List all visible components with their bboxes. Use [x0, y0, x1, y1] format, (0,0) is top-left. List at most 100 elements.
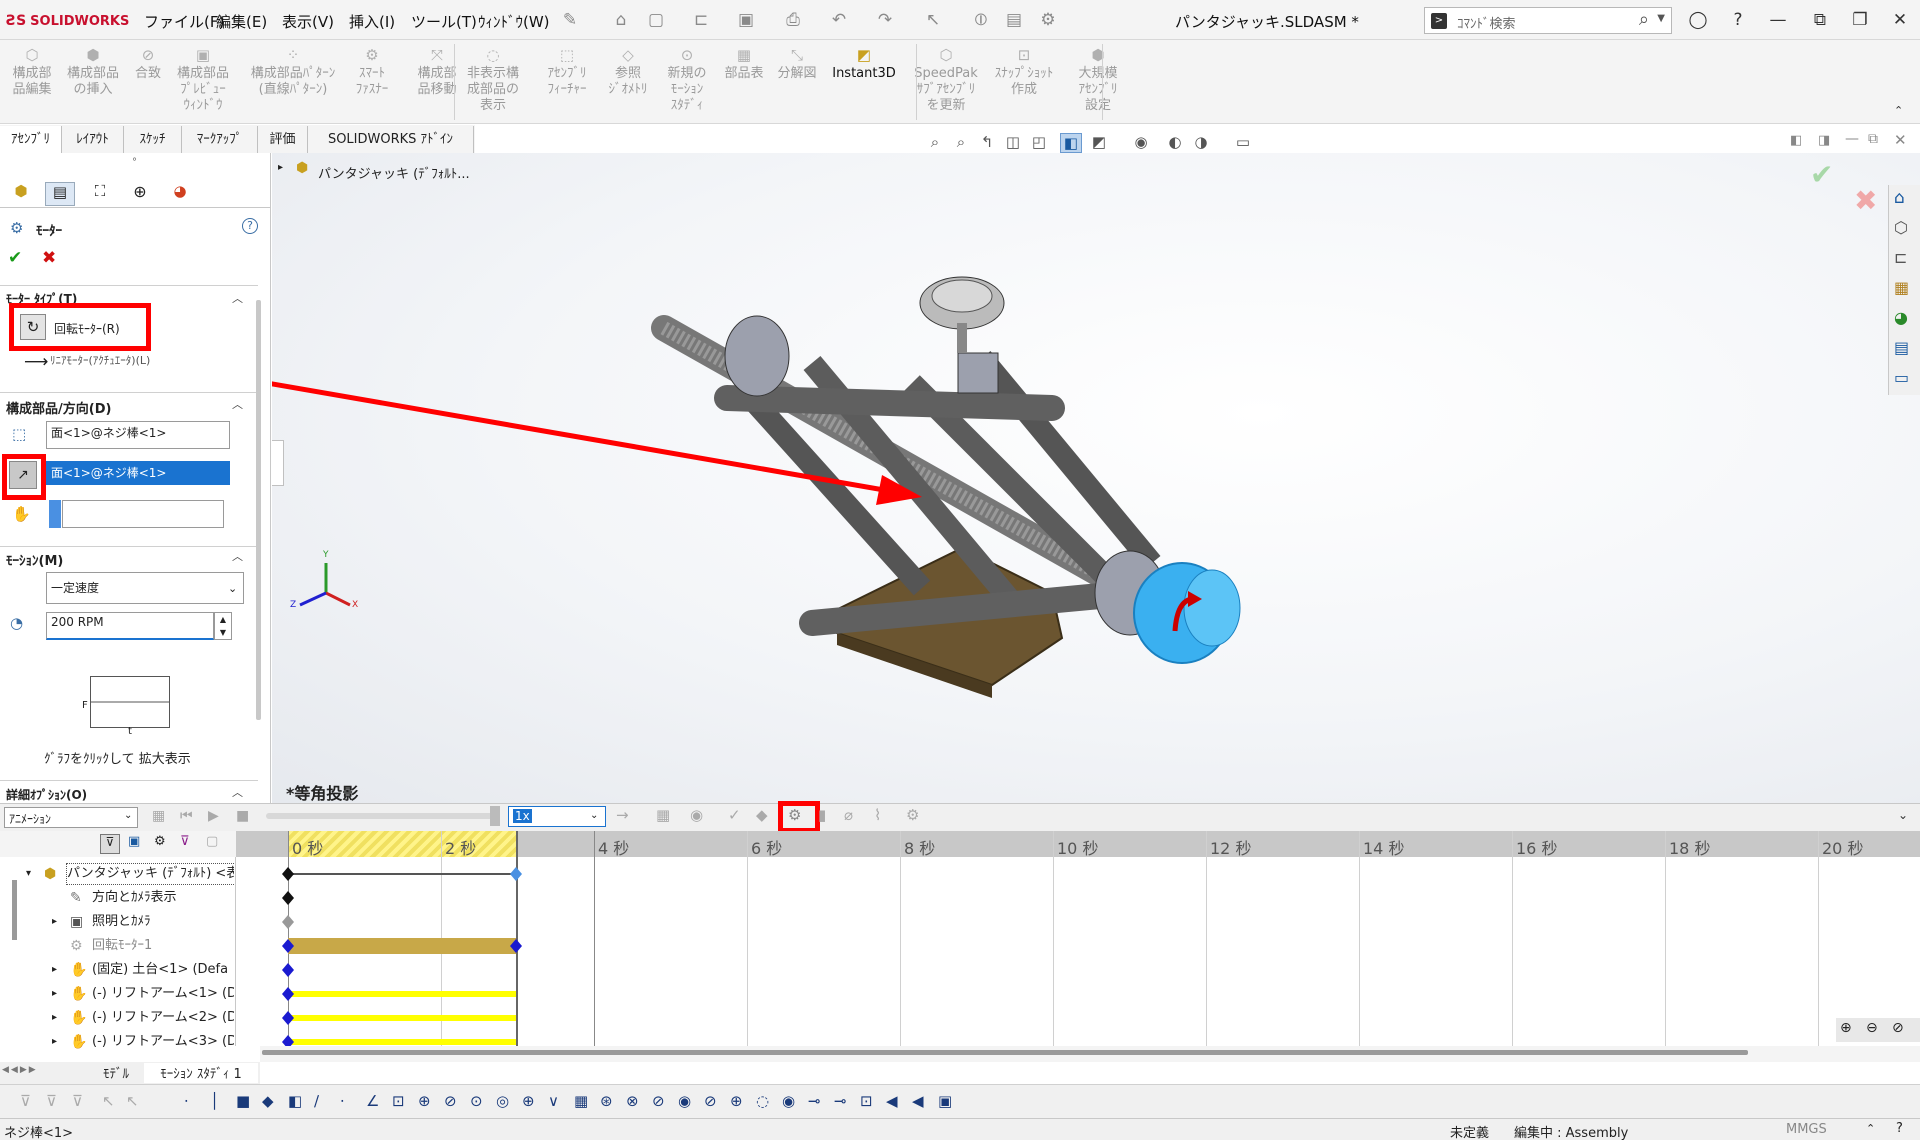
dimxpert-manager-icon[interactable]: ⊕ — [125, 182, 155, 206]
help-icon[interactable]: ? — [1896, 1121, 1903, 1136]
selection-filter-icon[interactable]: ⊽ — [20, 1092, 31, 1110]
tree-row[interactable]: ▸ ✋ (固定) 土台<1> (Defa — [0, 958, 234, 982]
property-manager-icon[interactable]: ▤ — [45, 182, 75, 206]
spring-icon[interactable]: ▮ — [818, 806, 826, 824]
chevron-down-icon[interactable]: ▼ — [1657, 13, 1665, 24]
tree-row[interactable]: ▸ ✋ (-) リフトアーム<2> (De — [0, 1006, 234, 1030]
study-properties-icon[interactable]: ⚙ — [906, 806, 919, 824]
tree-row[interactable]: ▾ ⬢ パンタジャッキ (ﾃﾞﾌｫﾙﾄ) <表 — [0, 862, 234, 886]
viewport-tile-icon[interactable]: ◧ — [1790, 133, 1802, 148]
relative-component-field[interactable] — [62, 500, 224, 528]
filter-driving-icon[interactable]: ▣ — [128, 834, 140, 849]
component-timeline-bar[interactable] — [288, 1039, 516, 1045]
linear-motor-label[interactable]: ﾘﾆｱﾓｰﾀｰ(ｱｸﾁｭｴｰﾀ)(L) — [50, 352, 150, 368]
options-gear-icon[interactable]: ⚙ — [1037, 9, 1059, 31]
menu-file[interactable]: ファイル(F) — [144, 11, 224, 32]
selection-filter-icon[interactable]: ▣ — [938, 1092, 952, 1110]
chevron-down-icon[interactable]: ⌄ — [590, 810, 598, 821]
filter-results-icon[interactable]: ⊽ — [180, 834, 190, 849]
tab-evaluate[interactable]: 評価 — [258, 126, 308, 153]
selection-filter-icon[interactable]: ⊕ — [730, 1092, 743, 1110]
tab-markup[interactable]: ﾏｰｸｱｯﾌﾟ — [182, 126, 258, 153]
zoom-fit-icon[interactable]: ⊘ — [1892, 1020, 1904, 1036]
selection-filter-icon[interactable]: ⋅ — [184, 1092, 189, 1110]
tab-solidworks-addins[interactable]: SOLIDWORKS ｱﾄﾞｲﾝ — [308, 126, 474, 153]
play-icon[interactable]: ▶ — [208, 808, 219, 824]
expand-arrow-icon[interactable]: ▸ — [52, 958, 57, 982]
contact-icon[interactable]: ⌀ — [844, 806, 853, 824]
animation-wizard-icon[interactable]: ◉ — [690, 806, 703, 824]
tree-row[interactable]: ▸ ✋ (-) リフトアーム<3> (De — [0, 1030, 234, 1054]
tree-row[interactable]: ⚙ 回転ﾓｰﾀｰ1 — [0, 934, 234, 958]
user-account-icon[interactable]: ◯ — [1686, 8, 1710, 32]
playback-mode-icon[interactable]: → — [616, 806, 629, 824]
bill-of-materials-button[interactable]: ▦ 部品表 — [722, 46, 766, 82]
reverse-direction-button[interactable]: ↗ — [9, 461, 37, 489]
selection-filter-icon[interactable]: ⊛ — [600, 1092, 613, 1110]
configuration-manager-icon[interactable]: ⛶ — [85, 182, 115, 206]
motion-type-select[interactable]: 一定速度 — [46, 572, 244, 604]
tree-row[interactable]: ▸ ✋ (-) リフトアーム<1> (De — [0, 982, 234, 1006]
component-timeline-bar[interactable] — [288, 991, 516, 997]
selection-filter-icon[interactable]: ⊘ — [704, 1092, 717, 1110]
selection-filter-icon[interactable]: ▦ — [574, 1092, 588, 1110]
rotary-motor-label[interactable]: 回転ﾓｰﾀｰ(R) — [54, 320, 120, 337]
menu-view[interactable]: 表示(V) — [282, 11, 334, 32]
selection-filter-icon[interactable]: ◀ — [886, 1092, 898, 1110]
collapse-chevron-icon[interactable]: ︿ — [232, 396, 243, 412]
smart-fasteners-button[interactable]: ⚙ ｽﾏｰﾄ ﾌｧｽﾅｰ — [348, 46, 396, 98]
restore-icon[interactable]: ⧉ — [1808, 8, 1832, 32]
command-search-input[interactable]: > ｺﾏﾝﾄﾞ検索 ⌕ ▼ — [1424, 7, 1672, 34]
home-icon[interactable]: ⌂ — [610, 9, 632, 31]
motor-tool-icon[interactable]: ⚙ — [788, 806, 801, 824]
show-hidden-components-button[interactable]: ◌ 非表示構 成部品の 表示 — [460, 46, 526, 114]
selection-filter-icon[interactable]: ↖ — [126, 1092, 139, 1110]
expand-arrow-icon[interactable]: ▸ — [52, 982, 57, 1006]
play-from-start-icon[interactable]: ⏮ — [180, 808, 193, 824]
motor-timeline-bar[interactable] — [288, 938, 516, 954]
selection-filter-icon[interactable]: ∕ — [314, 1092, 319, 1110]
selection-filter-icon[interactable]: ⊸ — [834, 1092, 847, 1110]
tab-sketch[interactable]: ｽｹｯﾁ — [124, 126, 182, 153]
edit-appearance-icon[interactable]: ◐ — [1164, 133, 1186, 153]
file-properties-icon[interactable]: ▤ — [1003, 9, 1025, 31]
timeline-hscroll-thumb[interactable] — [262, 1050, 1748, 1055]
cancel-x-icon[interactable]: ✖ — [42, 248, 56, 268]
motor-direction-field[interactable]: 面<1>@ネジ棒<1> — [46, 461, 230, 485]
save-icon[interactable]: ▣ — [735, 9, 757, 31]
exploded-view-button[interactable]: ⤡ 分解図 — [770, 46, 824, 82]
selection-filter-icon[interactable]: ◀ — [912, 1092, 924, 1110]
insert-components-button[interactable]: ⬢ 構成部品 の挿入 — [62, 46, 124, 98]
selection-filter-icon[interactable]: ◎ — [496, 1092, 509, 1110]
collapse-ribbon-icon[interactable]: ⌃ — [1894, 104, 1903, 117]
panel-grip-icon[interactable]: ° — [132, 157, 137, 168]
previous-view-icon[interactable]: ↰ — [976, 133, 998, 153]
collapse-chevron-icon[interactable]: ︿ — [232, 548, 243, 564]
selection-filter-icon[interactable]: ⊡ — [392, 1092, 405, 1110]
viewport-close-icon[interactable]: ✕ — [1894, 131, 1907, 149]
update-speedpak-button[interactable]: ⬡ SpeedPak ｻﾌﾞｱｾﾝﾌﾞﾘ を更新 — [908, 46, 984, 114]
instant3d-button[interactable]: ◩ Instant3D — [828, 46, 900, 82]
maximize-icon[interactable]: ❐ — [1848, 8, 1872, 32]
rotary-motor-radio[interactable]: ↻ — [20, 314, 46, 340]
selection-filter-icon[interactable]: ⊽ — [46, 1092, 57, 1110]
add-key-icon[interactable]: ◆ — [756, 806, 768, 824]
tab-model[interactable]: ﾓﾃﾞﾙ — [90, 1063, 142, 1083]
filter-animated-icon[interactable]: ⊽ — [100, 834, 120, 854]
dynamic-annotation-icon[interactable]: ◰ — [1028, 133, 1050, 153]
new-motion-study-button[interactable]: ⊙ 新規の ﾓｰｼｮﾝ ｽﾀﾃﾞｨ — [656, 46, 718, 114]
take-snapshot-button[interactable]: ⊡ ｽﾅｯﾌﾟｼｮｯﾄ 作成 — [990, 46, 1058, 98]
linear-component-pattern-button[interactable]: ⁘ 構成部品ﾊﾟﾀｰﾝ (直線ﾊﾟﾀｰﾝ) — [246, 46, 340, 98]
speed-spinner[interactable]: ▲ ▼ — [214, 612, 232, 640]
viewport-split-icon[interactable]: ◨ — [1818, 133, 1830, 148]
zoom-out-icon[interactable]: ⊖ — [1866, 1020, 1878, 1036]
selection-filter-icon[interactable]: ⊡ — [860, 1092, 873, 1110]
tab-scroll-arrows-icon[interactable]: ◀◀▶▶ — [2, 1065, 84, 1082]
motion-profile-graph[interactable] — [90, 676, 170, 728]
selection-filter-icon[interactable]: ⊕ — [522, 1092, 535, 1110]
selection-filter-icon[interactable]: ∨ — [548, 1092, 559, 1110]
expand-arrow-icon[interactable]: ▸ — [52, 1030, 57, 1054]
panel-scrollbar[interactable] — [256, 300, 261, 720]
chevron-down-icon[interactable]: ⌄ — [124, 810, 132, 821]
view-orientation-icon[interactable]: ◧ — [1060, 133, 1082, 153]
